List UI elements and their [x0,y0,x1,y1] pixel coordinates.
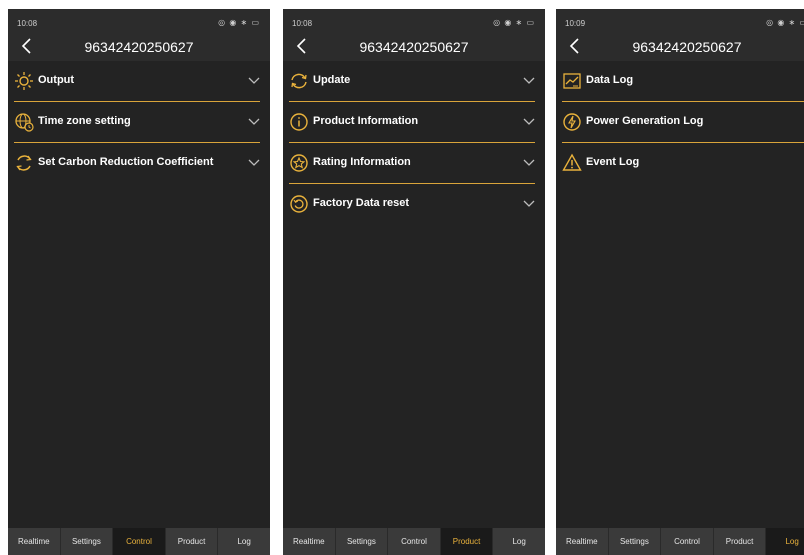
list-item-label: Update [313,74,351,86]
globe-clock-icon [15,113,34,132]
tab-product[interactable]: Product [166,528,219,555]
chevron-down-icon [523,77,535,84]
chevron-down-icon [523,200,535,207]
page-title: 96342420250627 [632,39,742,55]
status-time: 10:09 [565,19,586,28]
chevron-down-icon [248,159,260,166]
screen-control: 10:08 ◎ ◉ ∗ ▭ 96342420250627 Output Time… [8,9,270,555]
list-item-label: Data Log [586,74,634,86]
tab-product[interactable]: Product [714,528,767,555]
tab-control[interactable]: Control [113,528,166,555]
status-icons: ◎ ◉ ∗ ▭ [493,18,535,27]
status-icons: ◎ ◉ ∗ ▭ [766,18,804,27]
status-time: 10:08 [292,19,313,28]
screen-log: 10:09 ◎ ◉ ∗ ▭ 96342420250627 Data Log › … [556,9,804,555]
bottom-tab-bar: Realtime Settings Control Product Log [556,528,804,555]
list-item-label: Power Generation Log [586,115,704,127]
tab-realtime[interactable]: Realtime [8,528,61,555]
chevron-down-icon [248,118,260,125]
power-icon [563,113,581,131]
list-item-data-log[interactable]: Data Log › [562,61,804,102]
warning-icon [562,153,582,171]
chevron-down-icon [248,77,260,84]
list-item-label: Time zone setting [38,115,131,127]
tab-settings[interactable]: Settings [609,528,662,555]
tab-product[interactable]: Product [440,528,494,555]
tab-realtime[interactable]: Realtime [283,528,336,555]
list-item-label: Set Carbon Reduction Coefficient [38,156,214,168]
status-bar: 10:08 ◎ ◉ ∗ ▭ [283,9,545,33]
tab-log[interactable]: Log [493,528,545,555]
product-list: Update Product Information Rating Inform… [283,61,545,224]
chart-icon [563,73,581,89]
list-item-label: Output [38,74,75,86]
list-item-update[interactable]: Update [289,61,535,102]
tab-settings[interactable]: Settings [61,528,114,555]
page-title: 96342420250627 [359,39,469,55]
page-title: 96342420250627 [84,39,194,55]
list-item-factory-reset[interactable]: Factory Data reset [289,184,535,224]
tab-log[interactable]: Log [766,528,804,555]
status-time: 10:08 [17,19,38,28]
header: 96342420250627 [8,33,270,61]
refresh-icon [291,73,307,89]
star-badge-icon [290,154,308,172]
status-bar: 10:09 ◎ ◉ ∗ ▭ [556,9,804,33]
list-item-label: Factory Data reset [313,197,409,209]
list-item-time-zone[interactable]: Time zone setting [14,102,260,143]
reset-icon [290,195,308,213]
chevron-down-icon [523,159,535,166]
tab-settings[interactable]: Settings [336,528,389,555]
header: 96342420250627 [283,33,545,61]
list-item-product-information[interactable]: Product Information [289,102,535,143]
list-item-power-generation-log[interactable]: Power Generation Log › [562,102,804,143]
chevron-down-icon [523,118,535,125]
screen-product: 10:08 ◎ ◉ ∗ ▭ 96342420250627 Update Prod… [283,9,545,555]
bottom-tab-bar: Realtime Settings Control Product Log [283,528,545,555]
header: 96342420250627 [556,33,804,61]
settings-list: Output Time zone setting Set Carbon Redu… [8,61,270,183]
list-item-output[interactable]: Output [14,61,260,102]
list-item-carbon-coefficient[interactable]: Set Carbon Reduction Coefficient [14,143,260,183]
tab-log[interactable]: Log [218,528,270,555]
list-item-rating-information[interactable]: Rating Information [289,143,535,184]
tab-control[interactable]: Control [661,528,714,555]
list-item-event-log[interactable]: Event Log › [562,143,804,183]
bottom-tab-bar: Realtime Settings Control Product Log [8,528,270,555]
list-item-label: Product Information [313,115,419,127]
bulb-icon [15,72,33,90]
log-list: Data Log › Power Generation Log › Event … [556,61,804,183]
tab-control[interactable]: Control [388,528,441,555]
list-item-label: Event Log [586,156,640,168]
list-item-label: Rating Information [313,156,411,168]
refresh-circle-icon [16,155,32,171]
tab-realtime[interactable]: Realtime [556,528,609,555]
status-bar: 10:08 ◎ ◉ ∗ ▭ [8,9,270,33]
status-icons: ◎ ◉ ∗ ▭ [218,18,260,27]
info-icon [290,113,308,131]
